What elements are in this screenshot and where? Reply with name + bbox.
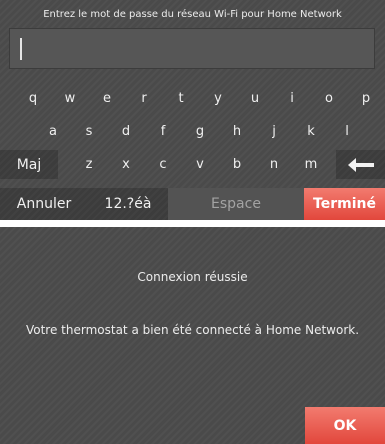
- keyboard-row-3: Maj z x c v b n m: [0, 150, 385, 179]
- key-q[interactable]: q: [22, 84, 44, 113]
- key-v[interactable]: v: [189, 150, 211, 179]
- backspace-key[interactable]: [336, 150, 385, 179]
- key-s[interactable]: s: [78, 117, 100, 146]
- password-prompt: Entrez le mot de passe du réseau Wi-Fi p…: [43, 9, 342, 20]
- symbols-key[interactable]: 12.?éà: [88, 188, 168, 220]
- key-l[interactable]: l: [336, 117, 358, 146]
- key-f[interactable]: f: [152, 117, 174, 146]
- key-d[interactable]: d: [115, 117, 137, 146]
- key-t[interactable]: t: [170, 84, 192, 113]
- key-m[interactable]: m: [300, 150, 322, 179]
- success-message: Votre thermostat a bien été connecté à H…: [25, 323, 360, 337]
- key-y[interactable]: y: [207, 84, 229, 113]
- key-r[interactable]: r: [133, 84, 155, 113]
- cancel-button[interactable]: Annuler: [0, 188, 88, 220]
- key-p[interactable]: p: [355, 84, 377, 113]
- success-title: Connexion réussie: [137, 270, 248, 284]
- shift-key[interactable]: Maj: [0, 150, 58, 179]
- keyboard-row-2: a s d f g h j k l: [0, 117, 385, 146]
- wifi-password-keyboard-screen: Entrez le mot de passe du réseau Wi-Fi p…: [0, 0, 385, 220]
- key-o[interactable]: o: [318, 84, 340, 113]
- key-u[interactable]: u: [244, 84, 266, 113]
- key-g[interactable]: g: [189, 117, 211, 146]
- key-c[interactable]: c: [152, 150, 174, 179]
- key-x[interactable]: x: [115, 150, 137, 179]
- ok-button[interactable]: OK: [305, 407, 385, 444]
- key-i[interactable]: i: [281, 84, 303, 113]
- key-k[interactable]: k: [300, 117, 322, 146]
- password-input[interactable]: [9, 28, 375, 69]
- space-key[interactable]: Espace: [168, 188, 304, 220]
- key-w[interactable]: w: [59, 84, 81, 113]
- key-h[interactable]: h: [226, 117, 248, 146]
- text-cursor: [20, 38, 22, 60]
- key-e[interactable]: e: [96, 84, 118, 113]
- keyboard-bottom-row: Annuler 12.?éà Espace Terminé: [0, 188, 385, 220]
- key-j[interactable]: j: [263, 117, 285, 146]
- connection-success-screen: Connexion réussie Votre thermostat a bie…: [0, 227, 385, 444]
- key-b[interactable]: b: [226, 150, 248, 179]
- key-a[interactable]: a: [42, 117, 64, 146]
- keyboard-row-1: q w e r t y u i o p: [0, 84, 385, 113]
- key-z[interactable]: z: [78, 150, 100, 179]
- key-n[interactable]: n: [263, 150, 285, 179]
- done-button[interactable]: Terminé: [304, 188, 385, 220]
- left-arrow-backspace-icon: [347, 157, 374, 172]
